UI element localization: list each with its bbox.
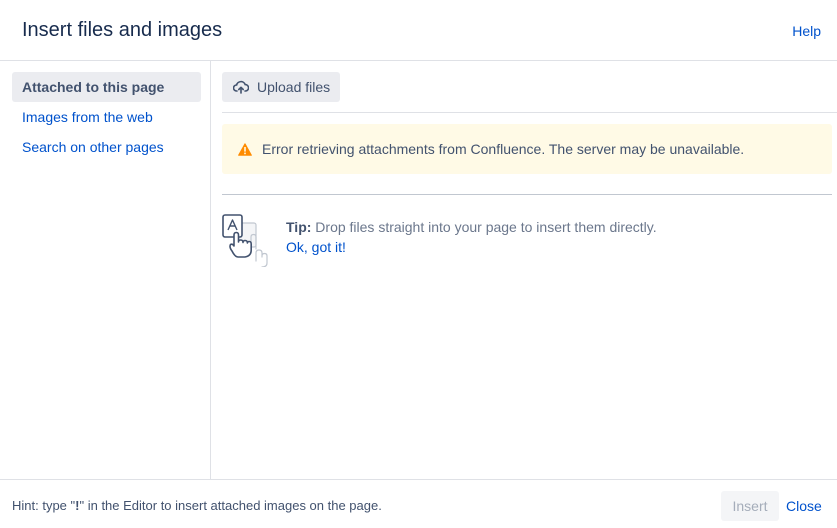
hint-text: Hint: type "!" in the Editor to insert a… — [12, 498, 382, 513]
upload-files-label: Upload files — [257, 79, 331, 95]
dialog-footer: Hint: type "!" in the Editor to insert a… — [0, 479, 837, 528]
tip-label: Tip: — [286, 219, 312, 235]
dialog-header: Insert files and images Help — [0, 0, 837, 61]
sidebar-item-attached[interactable]: Attached to this page — [12, 72, 201, 102]
sidebar-item-search-pages[interactable]: Search on other pages — [12, 132, 201, 162]
upload-files-button[interactable]: Upload files — [222, 72, 340, 102]
error-message: Error retrieving attachments from Conflu… — [222, 124, 832, 174]
close-button[interactable]: Close — [786, 491, 822, 521]
drag-file-hand-icon — [222, 214, 268, 267]
toolbar: Upload files — [222, 61, 837, 113]
tip-text: Drop files straight into your page to in… — [311, 219, 657, 235]
hint-prefix: Hint: type " — [12, 498, 76, 513]
tip-message: Tip: Drop files straight into your page … — [286, 217, 657, 237]
cloud-upload-icon — [233, 80, 249, 94]
hint-suffix: " in the Editor to insert attached image… — [79, 498, 382, 513]
divider — [222, 194, 832, 195]
insert-button[interactable]: Insert — [721, 491, 779, 521]
sidebar-item-web-images[interactable]: Images from the web — [12, 102, 201, 132]
main-panel: Upload files Error retrieving attachment… — [212, 61, 837, 479]
error-text: Error retrieving attachments from Conflu… — [262, 141, 745, 157]
warning-icon — [238, 142, 252, 156]
help-link[interactable]: Help — [792, 23, 821, 39]
tip-dismiss-link[interactable]: Ok, got it! — [286, 237, 346, 257]
dialog-title: Insert files and images — [22, 19, 223, 41]
sidebar: Attached to this page Images from the we… — [0, 61, 211, 479]
insert-files-dialog: Insert files and images Help Attached to… — [0, 0, 837, 528]
